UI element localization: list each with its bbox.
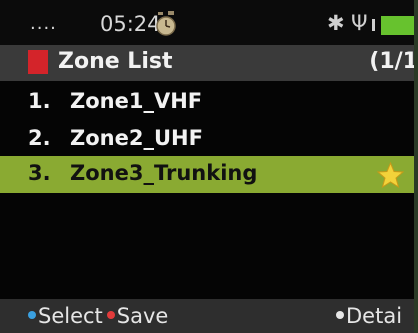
zone-name: Zone2_UHF xyxy=(70,126,203,150)
alarm-clock-icon xyxy=(156,11,176,36)
clock: 05:24 xyxy=(100,12,161,36)
status-bar: .... 05:24 ✱ Ψ xyxy=(0,0,418,45)
save-softkey[interactable]: Save xyxy=(117,304,169,328)
star-icon xyxy=(377,162,404,188)
zone-name: Zone3_Trunking xyxy=(70,161,258,185)
softkey-left-group: Select Save xyxy=(28,304,168,328)
page-counter: (1/1 xyxy=(369,49,418,74)
zone-list-item[interactable]: 1. Zone1_VHF xyxy=(0,84,414,121)
save-dot-icon xyxy=(106,311,115,319)
bluetooth-icon: ✱ xyxy=(327,11,345,35)
select-softkey[interactable]: Select xyxy=(38,304,103,328)
usb-icon: Ψ xyxy=(351,11,368,35)
zone-number: 2. xyxy=(28,126,51,150)
softkey-right-group: Detai xyxy=(336,304,402,328)
details-dot-icon xyxy=(336,311,344,319)
zone-name: Zone1_VHF xyxy=(70,89,203,113)
zone-list-indicator-icon xyxy=(28,50,48,74)
battery-icon xyxy=(381,16,418,35)
details-softkey[interactable]: Detai xyxy=(346,304,402,328)
zone-list-item[interactable]: 2. Zone2_UHF xyxy=(0,121,414,158)
zone-list-item-selected[interactable]: 3. Zone3_Trunking xyxy=(0,156,414,193)
signal-icon xyxy=(372,19,375,31)
radio-screen: .... 05:24 ✱ Ψ Zone List (1/1 1. Zone1_V… xyxy=(0,0,418,333)
screen-edge xyxy=(414,0,418,333)
zone-number: 3. xyxy=(28,161,51,185)
page-title: Zone List xyxy=(58,49,173,74)
status-dots: .... xyxy=(30,13,57,34)
zone-number: 1. xyxy=(28,89,51,113)
select-dot-icon xyxy=(28,311,36,319)
softkey-bar: Select Save Detai xyxy=(0,299,418,333)
